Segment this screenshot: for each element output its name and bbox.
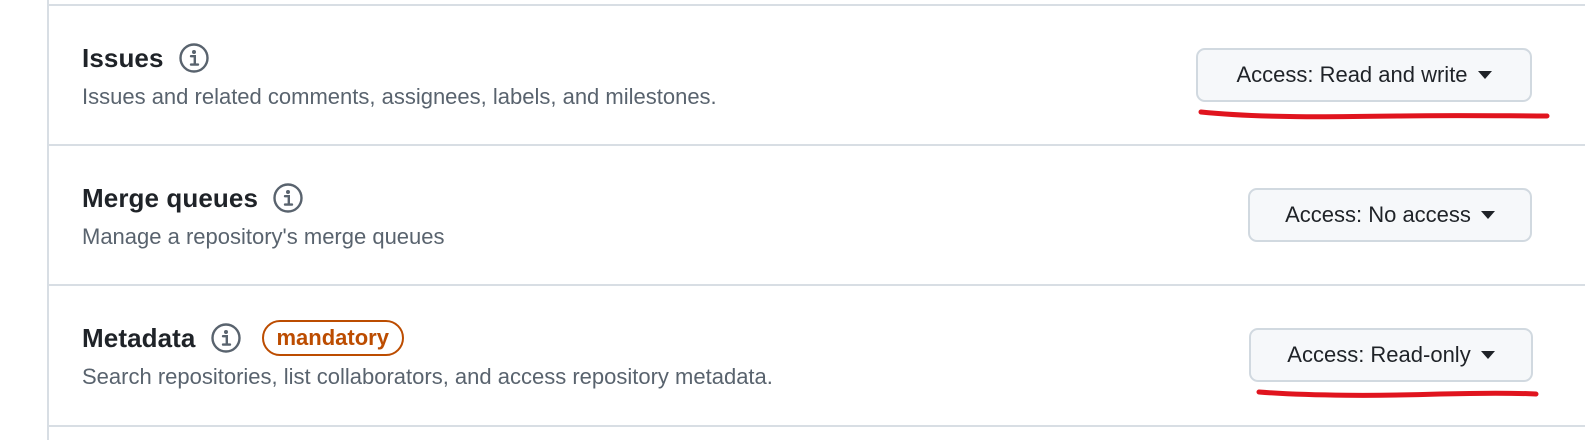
red-underline-read-and-write <box>1198 109 1550 120</box>
red-underline-annotations <box>1198 109 1550 398</box>
red-underline-read-only <box>1256 389 1539 398</box>
